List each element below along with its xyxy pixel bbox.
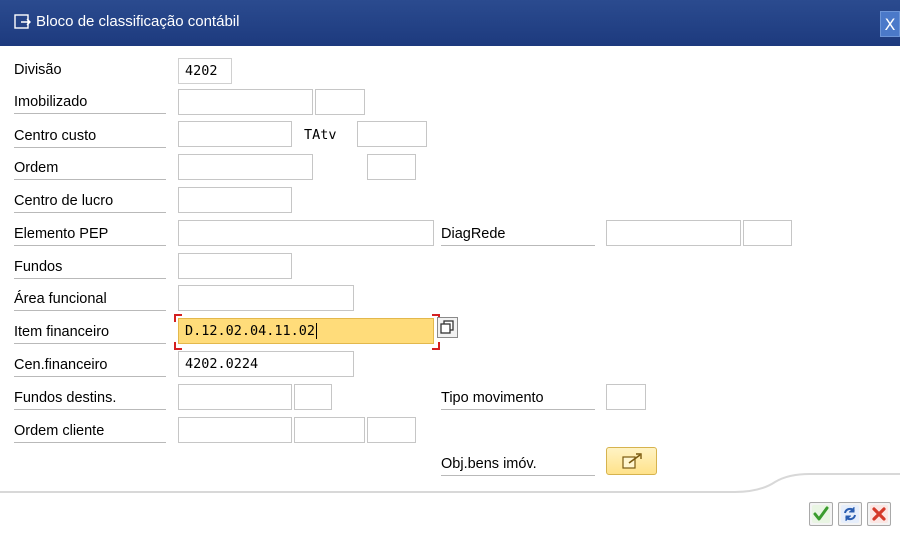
cen-financeiro-field[interactable]: 4202.0224 <box>178 351 354 377</box>
diagrede-operation-field[interactable] <box>743 220 792 246</box>
diagrede-field[interactable] <box>606 220 741 246</box>
window-title: Bloco de classificação contábil <box>36 13 240 30</box>
accept-button[interactable] <box>809 502 833 526</box>
text-cursor <box>316 323 318 339</box>
label-tipo-movimento: Tipo movimento <box>441 387 595 410</box>
imobilizado-subnumber-field[interactable] <box>315 89 365 115</box>
ordem-extra-field[interactable] <box>367 154 416 180</box>
cancel-icon <box>870 505 888 523</box>
tatv-field[interactable] <box>357 121 427 147</box>
item-financeiro-field[interactable]: D.12.02.04.11.02 <box>178 318 434 344</box>
label-fundos-destins: Fundos destins. <box>14 387 166 410</box>
ordem-cliente-field[interactable] <box>178 417 292 443</box>
focus-corner-bl <box>174 342 182 350</box>
label-ordem-cliente: Ordem cliente <box>14 420 166 443</box>
area-funcional-field[interactable] <box>178 285 354 311</box>
refresh-button[interactable] <box>838 502 862 526</box>
fundos-destins-extra-field[interactable] <box>294 384 332 410</box>
label-tatv: TAtv <box>304 127 337 143</box>
label-divisao: Divisão <box>14 62 62 78</box>
fundos-field[interactable] <box>178 253 292 279</box>
close-button[interactable]: X <box>880 11 900 37</box>
refresh-icon <box>841 505 859 523</box>
imobilizado-field[interactable] <box>178 89 313 115</box>
label-imobilizado: Imobilizado <box>14 91 166 114</box>
label-ordem: Ordem <box>14 157 166 180</box>
divisao-field[interactable]: 4202 <box>178 58 232 84</box>
label-diagrede: DiagRede <box>441 223 595 246</box>
ordem-cliente-extra-field[interactable] <box>367 417 416 443</box>
check-icon <box>812 505 830 523</box>
footer-divider <box>0 473 900 493</box>
label-area-funcional: Área funcional <box>14 288 166 311</box>
label-centro-lucro: Centro de lucro <box>14 190 166 213</box>
label-fundos: Fundos <box>14 256 166 279</box>
label-item-financeiro: Item financeiro <box>14 321 166 344</box>
elemento-pep-field[interactable] <box>178 220 434 246</box>
label-cen-financeiro: Cen.financeiro <box>14 354 166 377</box>
label-centro-custo: Centro custo <box>14 125 166 148</box>
tipo-movimento-field[interactable] <box>606 384 646 410</box>
title-bar: Bloco de classificação contábil X <box>0 0 900 46</box>
cancel-button[interactable] <box>867 502 891 526</box>
value-help-icon[interactable] <box>437 317 458 338</box>
focus-corner-tl <box>174 314 182 322</box>
centro-lucro-field[interactable] <box>178 187 292 213</box>
centro-custo-field[interactable] <box>178 121 292 147</box>
item-financeiro-value: D.12.02.04.11.02 <box>185 323 316 339</box>
ordem-field[interactable] <box>178 154 313 180</box>
focus-corner-br <box>432 342 440 350</box>
label-elemento-pep: Elemento PEP <box>14 223 166 246</box>
edit-entry-icon <box>622 453 642 469</box>
fundos-destins-field[interactable] <box>178 384 292 410</box>
ordem-cliente-item-field[interactable] <box>294 417 365 443</box>
dialog-icon <box>14 14 31 29</box>
